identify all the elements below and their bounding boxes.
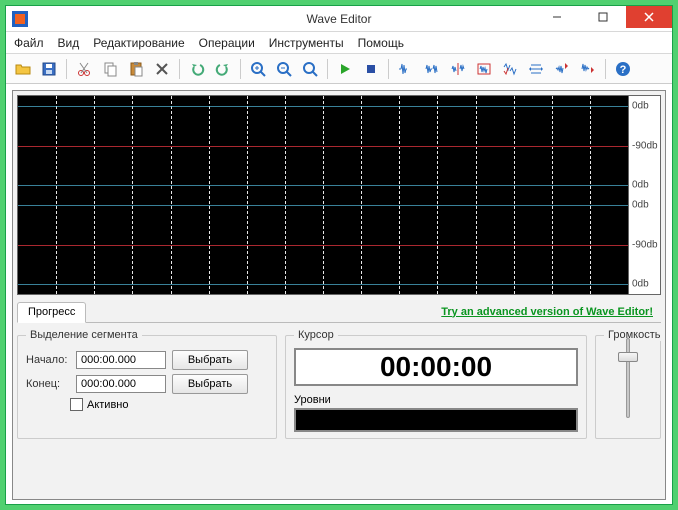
end-label: Конец: [26, 378, 70, 390]
menu-view[interactable]: Вид [58, 36, 80, 50]
menu-file[interactable]: Файл [14, 36, 44, 50]
zoom-fit-icon[interactable] [299, 58, 321, 80]
slider-thumb[interactable] [618, 352, 638, 362]
zoom-out-icon[interactable] [273, 58, 295, 80]
fx-reverse-icon[interactable] [447, 58, 469, 80]
start-input[interactable] [76, 351, 166, 369]
tabs-row: Прогресс Try an advanced version of Wave… [17, 301, 661, 323]
levels-meter [294, 408, 578, 432]
redo-icon[interactable] [212, 58, 234, 80]
db-label: 0db [632, 199, 649, 210]
end-input[interactable] [76, 375, 166, 393]
levels-label: Уровни [294, 394, 578, 406]
db-label: -90db [632, 140, 658, 151]
work-area: 0db -90db 0db 0db -90db 0db Прогресс Try… [12, 90, 666, 500]
select-end-button[interactable]: Выбрать [172, 374, 248, 394]
menu-tools[interactable]: Инструменты [269, 36, 344, 50]
delete-icon[interactable] [151, 58, 173, 80]
db-label: 0db [632, 100, 649, 111]
menubar: Файл Вид Редактирование Операции Инструм… [6, 32, 672, 54]
cursor-group: Курсор 00:00:00 Уровни [285, 335, 587, 439]
segment-legend: Выделение сегмента [26, 329, 142, 341]
cursor-legend: Курсор [294, 329, 338, 341]
stop-icon[interactable] [360, 58, 382, 80]
db-label: 0db [632, 180, 649, 191]
fx-normalize-icon[interactable] [395, 58, 417, 80]
db-scale: 0db -90db 0db 0db -90db 0db [628, 96, 660, 294]
fx-fadeout-icon[interactable] [577, 58, 599, 80]
fx-fadein-icon[interactable] [551, 58, 573, 80]
open-icon[interactable] [12, 58, 34, 80]
copy-icon[interactable] [99, 58, 121, 80]
db-label: -90db [632, 239, 658, 250]
paste-icon[interactable] [125, 58, 147, 80]
zoom-in-icon[interactable] [247, 58, 269, 80]
help-icon[interactable]: ? [612, 58, 634, 80]
svg-text:?: ? [620, 64, 627, 76]
cut-icon[interactable] [73, 58, 95, 80]
waveform-canvas[interactable] [18, 96, 628, 294]
volume-group: Громкость [595, 335, 661, 439]
fx-trim-icon[interactable] [421, 58, 443, 80]
titlebar: Wave Editor [6, 6, 672, 32]
promo-link[interactable]: Try an advanced version of Wave Editor! [441, 306, 653, 318]
undo-icon[interactable] [186, 58, 208, 80]
save-icon[interactable] [38, 58, 60, 80]
menu-edit[interactable]: Редактирование [93, 36, 184, 50]
active-label: Активно [87, 399, 129, 411]
app-icon [12, 11, 28, 27]
panels: Выделение сегмента Начало: Выбрать Конец… [17, 329, 661, 439]
minimize-button[interactable] [534, 6, 580, 28]
volume-slider[interactable] [608, 338, 648, 418]
fx-band-icon[interactable] [473, 58, 495, 80]
maximize-button[interactable] [580, 6, 626, 28]
tab-progress[interactable]: Прогресс [17, 302, 86, 323]
toolbar: ? [6, 54, 672, 84]
time-display: 00:00:00 [294, 348, 578, 386]
close-button[interactable] [626, 6, 672, 28]
db-label: 0db [632, 279, 649, 290]
menu-ops[interactable]: Операции [199, 36, 255, 50]
start-label: Начало: [26, 354, 70, 366]
play-icon[interactable] [334, 58, 356, 80]
select-start-button[interactable]: Выбрать [172, 350, 248, 370]
fx-stretch-icon[interactable] [525, 58, 547, 80]
segment-group: Выделение сегмента Начало: Выбрать Конец… [17, 335, 277, 439]
active-checkbox[interactable] [70, 398, 83, 411]
fx-mix-icon[interactable] [499, 58, 521, 80]
menu-help[interactable]: Помощь [358, 36, 404, 50]
waveform-area[interactable]: 0db -90db 0db 0db -90db 0db [17, 95, 661, 295]
